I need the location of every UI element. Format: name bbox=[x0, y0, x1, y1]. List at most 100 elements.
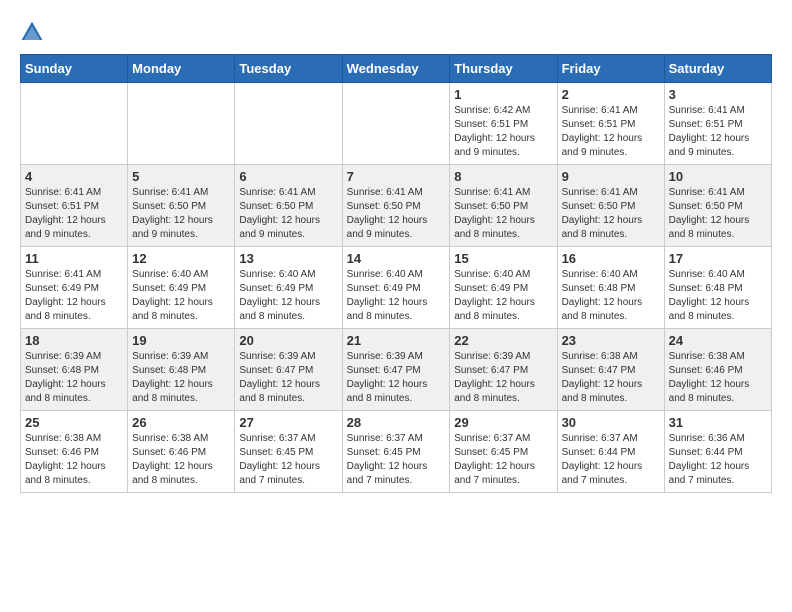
day-number: 22 bbox=[454, 333, 552, 348]
day-info: Sunrise: 6:41 AM Sunset: 6:51 PM Dayligh… bbox=[25, 186, 123, 242]
day-cell: 1 Sunrise: 6:42 AM Sunset: 6:51 PM Daylig… bbox=[450, 83, 557, 165]
day-number: 24 bbox=[669, 333, 767, 348]
day-info: Sunrise: 6:39 AM Sunset: 6:47 PM Dayligh… bbox=[347, 350, 446, 406]
day-number: 12 bbox=[132, 251, 230, 266]
day-cell: 19 Sunrise: 6:39 AM Sunset: 6:48 PM Dayli… bbox=[128, 329, 235, 411]
day-number: 11 bbox=[25, 251, 123, 266]
day-number: 9 bbox=[562, 169, 660, 184]
day-number: 26 bbox=[132, 415, 230, 430]
day-number: 4 bbox=[25, 169, 123, 184]
day-number: 25 bbox=[25, 415, 123, 430]
day-info: Sunrise: 6:41 AM Sunset: 6:51 PM Dayligh… bbox=[669, 104, 767, 160]
day-info: Sunrise: 6:41 AM Sunset: 6:50 PM Dayligh… bbox=[347, 186, 446, 242]
day-info: Sunrise: 6:38 AM Sunset: 6:46 PM Dayligh… bbox=[132, 432, 230, 488]
day-info: Sunrise: 6:41 AM Sunset: 6:50 PM Dayligh… bbox=[239, 186, 337, 242]
day-cell: 27Sunrise: 6:37 AM Sunset: 6:45 PM Dayli… bbox=[235, 411, 342, 493]
day-cell: 26 Sunrise: 6:38 AM Sunset: 6:46 PM Dayli… bbox=[128, 411, 235, 493]
day-number: 8 bbox=[454, 169, 552, 184]
logo-icon bbox=[20, 20, 44, 44]
day-info: Sunrise: 6:41 AM Sunset: 6:50 PM Dayligh… bbox=[454, 186, 552, 242]
day-cell: 15 Sunrise: 6:40 AM Sunset: 6:49 PM Dayli… bbox=[450, 247, 557, 329]
day-cell bbox=[235, 83, 342, 165]
day-number: 17 bbox=[669, 251, 767, 266]
day-cell: 8 Sunrise: 6:41 AM Sunset: 6:50 PM Daylig… bbox=[450, 165, 557, 247]
day-info: Sunrise: 6:36 AM Sunset: 6:44 PM Dayligh… bbox=[669, 432, 767, 488]
day-info: Sunrise: 6:37 AM Sunset: 6:45 PM Dayligh… bbox=[347, 432, 446, 488]
logo bbox=[20, 20, 48, 44]
day-info: Sunrise: 6:39 AM Sunset: 6:47 PM Dayligh… bbox=[239, 350, 337, 406]
day-number: 30 bbox=[562, 415, 660, 430]
day-cell: 25 Sunrise: 6:38 AM Sunset: 6:46 PM Dayli… bbox=[21, 411, 128, 493]
day-number: 3 bbox=[669, 87, 767, 102]
day-info: Sunrise: 6:40 AM Sunset: 6:49 PM Dayligh… bbox=[239, 268, 337, 324]
day-info: Sunrise: 6:40 AM Sunset: 6:49 PM Dayligh… bbox=[347, 268, 446, 324]
day-header-wednesday: Wednesday bbox=[342, 55, 450, 83]
day-info: Sunrise: 6:40 AM Sunset: 6:48 PM Dayligh… bbox=[562, 268, 660, 324]
day-info: Sunrise: 6:41 AM Sunset: 6:50 PM Dayligh… bbox=[669, 186, 767, 242]
day-info: Sunrise: 6:40 AM Sunset: 6:49 PM Dayligh… bbox=[454, 268, 552, 324]
day-number: 27 bbox=[239, 415, 337, 430]
day-number: 10 bbox=[669, 169, 767, 184]
day-header-sunday: Sunday bbox=[21, 55, 128, 83]
day-number: 19 bbox=[132, 333, 230, 348]
day-cell: 31Sunrise: 6:36 AM Sunset: 6:44 PM Dayli… bbox=[664, 411, 771, 493]
day-info: Sunrise: 6:38 AM Sunset: 6:46 PM Dayligh… bbox=[669, 350, 767, 406]
day-number: 5 bbox=[132, 169, 230, 184]
day-cell: 29Sunrise: 6:37 AM Sunset: 6:45 PM Dayli… bbox=[450, 411, 557, 493]
day-cell: 16 Sunrise: 6:40 AM Sunset: 6:48 PM Dayli… bbox=[557, 247, 664, 329]
day-cell: 22 Sunrise: 6:39 AM Sunset: 6:47 PM Dayli… bbox=[450, 329, 557, 411]
day-cell: 20 Sunrise: 6:39 AM Sunset: 6:47 PM Dayli… bbox=[235, 329, 342, 411]
day-info: Sunrise: 6:40 AM Sunset: 6:49 PM Dayligh… bbox=[132, 268, 230, 324]
day-cell: 4 Sunrise: 6:41 AM Sunset: 6:51 PM Daylig… bbox=[21, 165, 128, 247]
day-info: Sunrise: 6:38 AM Sunset: 6:47 PM Dayligh… bbox=[562, 350, 660, 406]
day-number: 14 bbox=[347, 251, 446, 266]
day-number: 28 bbox=[347, 415, 446, 430]
day-info: Sunrise: 6:38 AM Sunset: 6:46 PM Dayligh… bbox=[25, 432, 123, 488]
day-number: 13 bbox=[239, 251, 337, 266]
day-number: 15 bbox=[454, 251, 552, 266]
day-info: Sunrise: 6:41 AM Sunset: 6:49 PM Dayligh… bbox=[25, 268, 123, 324]
day-cell: 7 Sunrise: 6:41 AM Sunset: 6:50 PM Daylig… bbox=[342, 165, 450, 247]
day-cell: 23 Sunrise: 6:38 AM Sunset: 6:47 PM Dayli… bbox=[557, 329, 664, 411]
day-cell bbox=[128, 83, 235, 165]
day-cell: 11 Sunrise: 6:41 AM Sunset: 6:49 PM Dayli… bbox=[21, 247, 128, 329]
day-cell bbox=[342, 83, 450, 165]
day-info: Sunrise: 6:41 AM Sunset: 6:50 PM Dayligh… bbox=[562, 186, 660, 242]
day-info: Sunrise: 6:41 AM Sunset: 6:50 PM Dayligh… bbox=[132, 186, 230, 242]
day-cell: 14 Sunrise: 6:40 AM Sunset: 6:49 PM Dayli… bbox=[342, 247, 450, 329]
day-number: 18 bbox=[25, 333, 123, 348]
day-number: 16 bbox=[562, 251, 660, 266]
day-header-friday: Friday bbox=[557, 55, 664, 83]
day-info: Sunrise: 6:39 AM Sunset: 6:48 PM Dayligh… bbox=[132, 350, 230, 406]
day-header-thursday: Thursday bbox=[450, 55, 557, 83]
day-header-tuesday: Tuesday bbox=[235, 55, 342, 83]
day-number: 1 bbox=[454, 87, 552, 102]
day-number: 2 bbox=[562, 87, 660, 102]
day-cell: 17Sunrise: 6:40 AM Sunset: 6:48 PM Dayli… bbox=[664, 247, 771, 329]
week-row-3: 11 Sunrise: 6:41 AM Sunset: 6:49 PM Dayli… bbox=[21, 247, 772, 329]
day-cell: 5 Sunrise: 6:41 AM Sunset: 6:50 PM Daylig… bbox=[128, 165, 235, 247]
day-number: 23 bbox=[562, 333, 660, 348]
day-info: Sunrise: 6:37 AM Sunset: 6:44 PM Dayligh… bbox=[562, 432, 660, 488]
day-info: Sunrise: 6:37 AM Sunset: 6:45 PM Dayligh… bbox=[454, 432, 552, 488]
day-cell: 3 Sunrise: 6:41 AM Sunset: 6:51 PM Daylig… bbox=[664, 83, 771, 165]
day-cell: 2Sunrise: 6:41 AM Sunset: 6:51 PM Daylig… bbox=[557, 83, 664, 165]
day-info: Sunrise: 6:39 AM Sunset: 6:48 PM Dayligh… bbox=[25, 350, 123, 406]
calendar-header-row: SundayMondayTuesdayWednesdayThursdayFrid… bbox=[21, 55, 772, 83]
day-info: Sunrise: 6:39 AM Sunset: 6:47 PM Dayligh… bbox=[454, 350, 552, 406]
page-header bbox=[20, 20, 772, 44]
day-cell: 9 Sunrise: 6:41 AM Sunset: 6:50 PM Daylig… bbox=[557, 165, 664, 247]
day-number: 7 bbox=[347, 169, 446, 184]
day-cell: 24 Sunrise: 6:38 AM Sunset: 6:46 PM Dayli… bbox=[664, 329, 771, 411]
day-cell: 12 Sunrise: 6:40 AM Sunset: 6:49 PM Dayli… bbox=[128, 247, 235, 329]
day-info: Sunrise: 6:42 AM Sunset: 6:51 PM Dayligh… bbox=[454, 104, 552, 160]
day-header-saturday: Saturday bbox=[664, 55, 771, 83]
day-cell bbox=[21, 83, 128, 165]
day-cell: 30 Sunrise: 6:37 AM Sunset: 6:44 PM Dayli… bbox=[557, 411, 664, 493]
day-cell: 10 Sunrise: 6:41 AM Sunset: 6:50 PM Dayli… bbox=[664, 165, 771, 247]
day-cell: 13 Sunrise: 6:40 AM Sunset: 6:49 PM Dayli… bbox=[235, 247, 342, 329]
week-row-5: 25 Sunrise: 6:38 AM Sunset: 6:46 PM Dayli… bbox=[21, 411, 772, 493]
day-number: 20 bbox=[239, 333, 337, 348]
week-row-4: 18 Sunrise: 6:39 AM Sunset: 6:48 PM Dayli… bbox=[21, 329, 772, 411]
day-number: 6 bbox=[239, 169, 337, 184]
